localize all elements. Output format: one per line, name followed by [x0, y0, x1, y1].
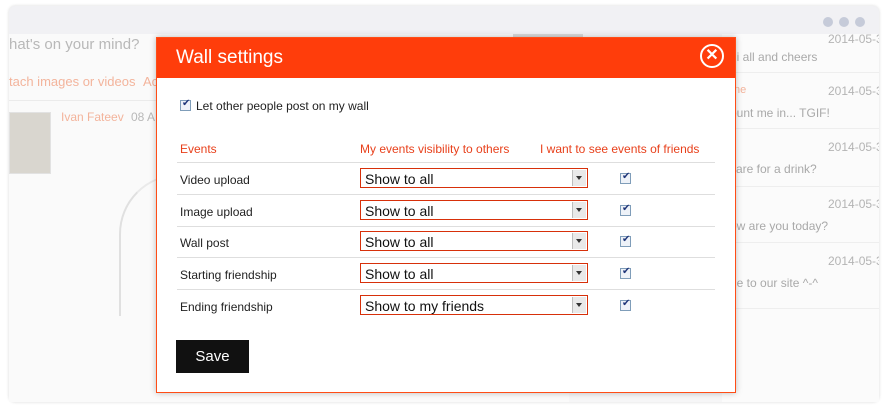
visibility-value: Show to all	[365, 266, 434, 282]
wall-settings-dialog: Wall settings ✕ Let other people post on…	[156, 37, 736, 393]
chat-message: ow are you today?	[730, 219, 829, 233]
dot-icon[interactable]	[855, 17, 865, 27]
chat-panel: 2014-05-30 hi all and cheers ne 2014-05-…	[722, 34, 879, 402]
divider	[722, 242, 879, 243]
allow-others-label: Let other people post on my wall	[196, 99, 369, 113]
visibility-select[interactable]: Show to all	[360, 263, 588, 283]
visibility-select[interactable]: Show to all	[360, 168, 588, 188]
post-author[interactable]: Ivan Fateev	[61, 110, 124, 124]
close-icon[interactable]: ✕	[700, 44, 724, 68]
event-label: Video upload	[180, 173, 250, 187]
visibility-select[interactable]: Show to all	[360, 231, 588, 251]
divider	[177, 194, 715, 195]
allow-others-checkbox[interactable]	[180, 98, 191, 112]
chevron-down-icon[interactable]	[572, 170, 586, 186]
divider	[722, 128, 879, 129]
dialog-title: Wall settings	[176, 47, 283, 68]
see-friends-checkbox[interactable]	[620, 234, 631, 247]
avatar[interactable]	[9, 112, 51, 174]
chevron-down-icon[interactable]	[572, 233, 586, 249]
column-header-visibility: My events visibility to others	[360, 142, 510, 156]
visibility-select[interactable]: Show to all	[360, 200, 588, 220]
chat-date: 2014-05-30	[828, 197, 879, 211]
visibility-value: Show to all	[365, 234, 434, 250]
attach-media-link[interactable]: tach images or videos	[9, 74, 135, 89]
dot-icon[interactable]	[839, 17, 849, 27]
see-friends-checkbox[interactable]	[620, 266, 631, 279]
status-input[interactable]: hat's on your mind?	[9, 36, 139, 53]
divider	[722, 308, 879, 309]
chat-date: 2014-05-30	[828, 84, 879, 98]
chat-message: hi all and cheers	[730, 50, 818, 64]
visibility-value: Show to all	[365, 171, 434, 187]
chat-date: 2014-05-30	[828, 140, 879, 154]
save-button[interactable]: Save	[176, 340, 249, 373]
see-friends-checkbox[interactable]	[620, 203, 631, 216]
dot-icon[interactable]	[823, 17, 833, 27]
divider	[722, 72, 879, 73]
window-menu[interactable]	[817, 14, 865, 32]
event-label: Starting friendship	[180, 268, 277, 282]
event-label: Wall post	[180, 236, 229, 250]
chevron-down-icon[interactable]	[572, 265, 586, 281]
divider	[177, 226, 715, 227]
chat-date: 2014-05-30	[828, 34, 879, 46]
chat-date: 2014-05-30	[828, 254, 879, 268]
dialog-header: Wall settings ✕	[157, 38, 735, 78]
column-header-events: Events	[180, 142, 217, 156]
chat-message: care for a drink?	[730, 162, 817, 176]
divider	[177, 257, 715, 258]
divider	[177, 162, 715, 163]
see-friends-checkbox[interactable]	[620, 298, 631, 311]
divider	[177, 289, 715, 290]
event-label: Ending friendship	[180, 300, 273, 314]
chevron-down-icon[interactable]	[572, 202, 586, 218]
event-label: Image upload	[180, 205, 253, 219]
chat-message: ount me in... TGIF!	[730, 106, 830, 120]
column-header-see-friends: I want to see events of friends	[540, 142, 700, 156]
divider	[722, 186, 879, 187]
visibility-select[interactable]: Show to my friends	[360, 295, 588, 315]
visibility-value: Show to all	[365, 203, 434, 219]
visibility-value: Show to my friends	[365, 298, 485, 314]
allow-others-option[interactable]: Let other people post on my wall	[180, 98, 369, 113]
chat-message: ne to our site ^-^	[730, 276, 818, 290]
chevron-down-icon[interactable]	[572, 297, 586, 313]
post-date: 08 A	[131, 110, 156, 124]
see-friends-checkbox[interactable]	[620, 171, 631, 184]
